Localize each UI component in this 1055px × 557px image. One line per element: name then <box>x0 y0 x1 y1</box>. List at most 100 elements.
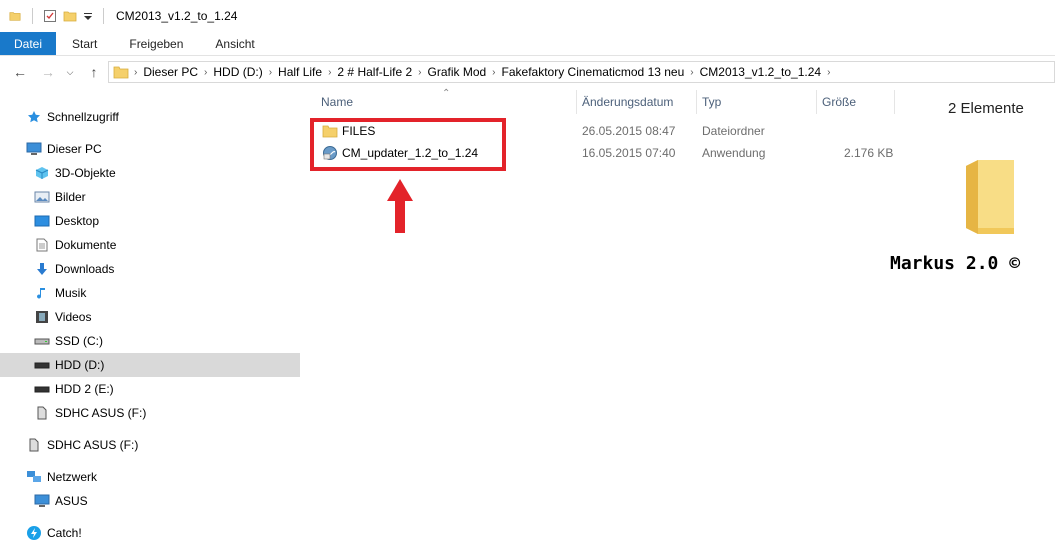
sidebar-item-label: Dokumente <box>55 238 117 252</box>
folder-icon <box>113 66 129 79</box>
file-date: 26.05.2015 08:47 <box>582 124 676 138</box>
column-header-date[interactable]: Änderungsdatum <box>582 88 673 116</box>
forward-button[interactable]: → <box>36 61 60 83</box>
breadcrumb-half-life[interactable]: Half Life <box>273 65 327 79</box>
sidebar-item-sdhc-f-removable[interactable]: SDHC ASUS (F:) <box>0 433 300 457</box>
network-icon <box>26 469 42 485</box>
sidebar-item-label: Videos <box>55 310 92 324</box>
tab-start[interactable]: Start <box>56 32 113 55</box>
breadcrumb-half-life-2[interactable]: 2 # Half-Life 2 <box>332 65 417 79</box>
ribbon-tabs: Datei Start Freigeben Ansicht <box>0 32 1055 56</box>
window-title: CM2013_v1.2_to_1.24 <box>116 9 238 23</box>
cube-icon <box>34 165 50 181</box>
sidebar-item-this-pc[interactable]: Dieser PC <box>0 137 300 161</box>
sd-card-icon <box>26 437 42 453</box>
file-type: Dateiordner <box>702 124 765 138</box>
back-button[interactable]: ← <box>8 61 32 83</box>
sidebar-item-hdd2-e[interactable]: HDD 2 (E:) <box>0 377 300 401</box>
sidebar-item-label: Dieser PC <box>47 142 102 156</box>
sidebar-item-label: ASUS <box>55 494 88 508</box>
computer-icon <box>34 493 50 509</box>
sidebar-item-label: Bilder <box>55 190 86 204</box>
title-bar: CM2013_v1.2_to_1.24 <box>0 0 1055 32</box>
watermark: Markus 2.0 © <box>890 253 1021 274</box>
sidebar-item-pictures[interactable]: Bilder <box>0 185 300 209</box>
sidebar-item-videos[interactable]: Videos <box>0 305 300 329</box>
tab-ansicht[interactable]: Ansicht <box>199 32 270 55</box>
address-bar[interactable]: › Dieser PC › HDD (D:) › Half Life › 2 #… <box>108 61 1055 83</box>
item-count: 2 Elemente <box>948 100 1024 117</box>
sidebar-item-label: Netzwerk <box>47 470 98 484</box>
drive-icon <box>34 381 50 397</box>
chevron-right-icon[interactable]: › <box>826 67 831 78</box>
quick-access-toolbar <box>8 8 108 24</box>
music-note-icon <box>34 285 50 301</box>
chevron-down-icon: ⌵ <box>66 66 74 77</box>
recent-locations-button[interactable]: ⌵ <box>62 61 78 83</box>
sidebar-item-3d-objects[interactable]: 3D-Objekte <box>0 161 300 185</box>
up-arrow-icon: ↑ <box>90 64 98 80</box>
details-pane: 2 Elemente <box>924 88 1055 557</box>
sidebar-item-ssd-c[interactable]: SSD (C:) <box>0 329 300 353</box>
new-folder-icon[interactable] <box>63 9 77 23</box>
breadcrumb-cinematicmod[interactable]: Fakefaktory Cinematicmod 13 neu <box>497 65 690 79</box>
sidebar-item-label: Musik <box>55 286 87 300</box>
breadcrumb-current-folder[interactable]: CM2013_v1.2_to_1.24 <box>695 65 826 79</box>
file-size: 2.176 KB <box>844 146 894 160</box>
breadcrumb-grafik-mod[interactable]: Grafik Mod <box>422 65 491 79</box>
sidebar-item-catch[interactable]: Catch! <box>0 521 300 545</box>
sidebar-item-network[interactable]: Netzwerk <box>0 465 300 489</box>
sidebar-item-documents[interactable]: Dokumente <box>0 233 300 257</box>
breadcrumb-hdd-d[interactable]: HDD (D:) <box>208 65 267 79</box>
up-button[interactable]: ↑ <box>82 61 106 83</box>
properties-icon[interactable] <box>43 9 57 23</box>
sidebar-item-desktop[interactable]: Desktop <box>0 209 300 233</box>
column-divider[interactable] <box>576 90 577 114</box>
navigation-pane: Schnellzugriff Dieser PC 3D-Objekte Bild… <box>0 96 300 557</box>
sidebar-item-quick-access[interactable]: Schnellzugriff <box>0 105 300 129</box>
sidebar-item-asus[interactable]: ASUS <box>0 489 300 513</box>
document-icon <box>34 237 50 253</box>
sidebar-item-sdhc-f[interactable]: SDHC ASUS (F:) <box>0 401 300 425</box>
desktop-icon <box>34 213 50 229</box>
star-icon <box>26 109 42 125</box>
film-icon <box>34 309 50 325</box>
column-divider[interactable] <box>816 90 817 114</box>
column-header-size[interactable]: Größe <box>822 88 856 116</box>
sidebar-item-label: SDHC ASUS (F:) <box>47 438 139 452</box>
file-date: 16.05.2015 07:40 <box>582 146 676 160</box>
highlight-box <box>310 118 506 171</box>
sidebar-item-label: Catch! <box>47 526 82 540</box>
computer-icon <box>26 141 42 157</box>
column-header-name[interactable]: Name <box>321 88 353 116</box>
sidebar-item-downloads[interactable]: Downloads <box>0 257 300 281</box>
sd-card-icon <box>34 405 50 421</box>
sidebar-item-label: SSD (C:) <box>55 334 103 348</box>
sidebar-item-label: 3D-Objekte <box>55 166 116 180</box>
toolbar-separator <box>103 8 104 24</box>
tab-freigeben[interactable]: Freigeben <box>113 32 199 55</box>
sidebar-item-label: Desktop <box>55 214 100 228</box>
customize-toolbar-icon[interactable] <box>83 9 93 23</box>
download-arrow-icon <box>34 261 50 277</box>
sidebar-item-label: Schnellzugriff <box>47 110 119 124</box>
sidebar-item-label: SDHC ASUS (F:) <box>55 406 147 420</box>
file-list: ⌃ Name Änderungsdatum Typ Größe FILES 26… <box>304 88 924 557</box>
column-header-type[interactable]: Typ <box>702 88 721 116</box>
column-divider[interactable] <box>894 90 895 114</box>
forward-arrow-icon: → <box>41 64 55 80</box>
drive-icon <box>34 357 50 373</box>
catch-icon <box>26 525 42 541</box>
drive-icon <box>34 333 50 349</box>
breadcrumb-dieser-pc[interactable]: Dieser PC <box>138 65 203 79</box>
sidebar-item-label: HDD (D:) <box>55 358 105 372</box>
tab-datei[interactable]: Datei <box>0 32 57 55</box>
sidebar-item-label: Downloads <box>55 262 115 276</box>
column-divider[interactable] <box>696 90 697 114</box>
navigation-bar: ← → ⌵ ↑ › Dieser PC › HDD (D:) › Half Li… <box>0 57 1055 87</box>
pictures-icon <box>34 189 50 205</box>
folder-icon <box>9 12 21 21</box>
sidebar-item-music[interactable]: Musik <box>0 281 300 305</box>
sidebar-item-hdd-d[interactable]: HDD (D:) <box>0 353 300 377</box>
red-arrow-up-icon <box>387 179 413 233</box>
